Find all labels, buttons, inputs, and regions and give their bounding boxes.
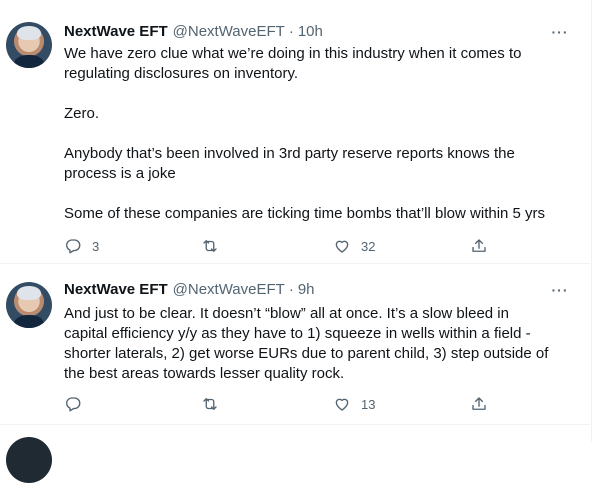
display-name[interactable]: NextWave EFT	[64, 280, 168, 300]
like-button[interactable]: 32	[333, 236, 375, 256]
timestamp[interactable]: 9h	[298, 280, 315, 300]
reply-button[interactable]: 3	[64, 236, 99, 256]
tweet-text-line: And just to be clear. It doesn’t “blow” …	[64, 305, 509, 322]
tweet[interactable]: NextWave EFT @NextWaveEFT · 9h ··· And j…	[0, 264, 590, 425]
share-icon	[472, 239, 486, 252]
tweet-actions: 3 32	[64, 236, 494, 256]
avatar[interactable]	[6, 282, 52, 328]
retweet-icon	[203, 240, 217, 252]
reply-icon	[66, 239, 81, 254]
more-icon[interactable]: ···	[549, 280, 571, 300]
handle[interactable]: @NextWaveEFT	[173, 22, 285, 42]
tweet-text-line: shorter laterals, 2) get worse EURs due …	[64, 345, 549, 362]
like-count: 32	[361, 238, 376, 254]
share-button[interactable]	[470, 394, 488, 414]
timestamp[interactable]: 10h	[298, 22, 323, 42]
retweet-icon	[203, 398, 217, 410]
reply-icon	[66, 397, 81, 412]
more-icon[interactable]: ···	[549, 22, 571, 42]
reply-count: 3	[92, 238, 100, 254]
tweet-text-line: We have zero clue what we’re doing in th…	[64, 45, 522, 62]
tweet-text-line: the best areas towards lesser quality ro…	[64, 365, 345, 382]
separator-dot: ·	[288, 281, 294, 298]
tweet-text: And just to be clear. It doesn’t “blow” …	[64, 304, 584, 384]
timeline-border	[591, 0, 592, 442]
tweet-actions: 13	[64, 394, 494, 414]
tweet-text-line: regulating disclosures on inventory.	[64, 65, 299, 82]
like-button[interactable]: 13	[333, 394, 375, 414]
tweet-text-line: process is a joke	[64, 165, 176, 182]
tweet-text-line: Anybody that’s been involved in 3rd part…	[64, 145, 515, 162]
like-icon	[335, 398, 349, 411]
reply-button[interactable]	[64, 394, 92, 414]
like-icon	[335, 240, 349, 253]
avatar[interactable]	[6, 22, 52, 68]
tweet[interactable]: NextWave EFT @NextWaveEFT · 10h ··· We h…	[0, 0, 590, 264]
share-icon	[472, 397, 486, 410]
retweet-button[interactable]	[201, 394, 229, 414]
tweet-header: NextWave EFT @NextWaveEFT · 9h	[64, 280, 315, 300]
share-button[interactable]	[470, 236, 488, 256]
next-tweet-avatar[interactable]	[6, 437, 52, 483]
separator-dot: ·	[288, 23, 294, 40]
tweet-header: NextWave EFT @NextWaveEFT · 10h	[64, 22, 323, 42]
tweet-text-line: Zero.	[64, 105, 100, 122]
retweet-button[interactable]	[201, 236, 229, 256]
like-count: 13	[361, 396, 376, 412]
handle[interactable]: @NextWaveEFT	[173, 280, 285, 300]
tweet-text: We have zero clue what we’re doing in th…	[64, 44, 584, 224]
display-name[interactable]: NextWave EFT	[64, 22, 168, 42]
tweet-text-line: Some of these companies are ticking time…	[64, 205, 546, 222]
tweet-text-line: capital efficiency y/y as they have to 1…	[64, 325, 531, 342]
